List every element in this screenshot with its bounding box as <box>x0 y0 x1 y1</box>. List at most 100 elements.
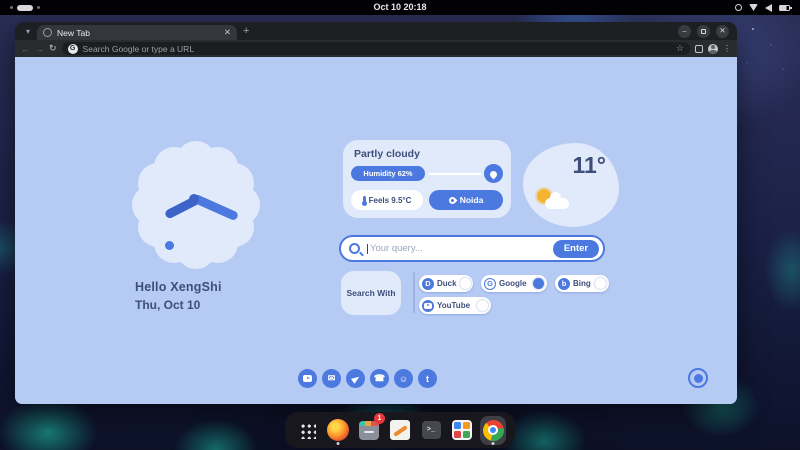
browser-menu-icon[interactable]: ⋮ <box>723 44 731 53</box>
engine-radio-duck[interactable] <box>459 278 471 289</box>
privacy-indicator-icon <box>735 4 742 11</box>
feels-like-pill: Feels 9.5°C <box>351 190 423 210</box>
terminal-icon: >_ <box>421 421 441 439</box>
wallpaper-stars <box>752 28 754 30</box>
engine-label: Bing <box>573 279 591 288</box>
dock-terminal-button[interactable]: >_ <box>418 415 444 445</box>
engine-option-youtube[interactable]: YouTube <box>419 297 491 314</box>
page-settings-button[interactable] <box>688 368 708 388</box>
reddit-icon[interactable]: ☺ <box>394 369 413 388</box>
omnibox[interactable]: G Search Google or type a URL ☆ <box>61 42 690 55</box>
text-editor-icon <box>390 420 410 440</box>
new-tab-page: Hello XengShi Thu, Oct 10 Partly cloudy … <box>15 57 737 404</box>
back-button[interactable]: ← <box>21 44 30 54</box>
search-bar[interactable]: Your query... Enter <box>339 235 605 262</box>
omnibox-placeholder: Search Google or type a URL <box>82 43 195 54</box>
dock-firefox-button[interactable] <box>325 415 351 445</box>
social-shortcuts: ✉ ☎ ☺ t <box>298 369 437 388</box>
bookmark-star-icon[interactable]: ☆ <box>676 43 684 54</box>
temperature-value: 11° <box>572 152 606 178</box>
dock: 1 >_ <box>285 412 515 448</box>
tab-search-chevron-icon[interactable]: ▾ <box>21 25 35 38</box>
dock-software-updates-button[interactable]: 1 <box>356 413 385 445</box>
play-icon <box>303 375 312 382</box>
running-indicator <box>491 442 495 445</box>
search-with-label: Search With <box>341 271 401 315</box>
app-store-icon <box>452 420 472 440</box>
greeting-text: Hello XengShi <box>135 280 222 294</box>
duckduckgo-icon: D <box>422 277 434 290</box>
search-input[interactable]: Your query... <box>370 243 553 254</box>
feels-like-text: Feels 9.5°C <box>368 195 412 205</box>
twitter-icon[interactable]: t <box>418 369 437 388</box>
text-caret <box>367 243 368 254</box>
firefox-icon <box>327 419 349 441</box>
volume-icon <box>765 3 772 12</box>
tab-strip: ▾ New Tab ✕ + – ✕ <box>15 22 737 40</box>
system-tray[interactable] <box>735 3 792 12</box>
humidity-track <box>429 172 481 175</box>
dock-text-editor-button[interactable] <box>387 415 413 445</box>
running-indicator <box>336 442 340 445</box>
telegram-icon[interactable] <box>346 369 365 388</box>
settings-dot-icon <box>693 373 703 383</box>
location-pill[interactable]: Noida <box>429 190 503 210</box>
chrome-icon <box>482 419 504 441</box>
mail-icon[interactable]: ✉ <box>322 369 341 388</box>
engine-option-google[interactable]: G Google <box>481 275 547 292</box>
wifi-icon <box>749 4 758 11</box>
engine-radio-youtube[interactable] <box>477 300 488 311</box>
whatsapp-icon[interactable]: ☎ <box>370 369 389 388</box>
weather-condition: Partly cloudy <box>354 148 420 160</box>
chrome-active-highlight <box>480 415 506 445</box>
dock-chrome-button[interactable] <box>480 415 506 445</box>
reload-button[interactable]: ↻ <box>49 43 57 54</box>
window-controls: – ✕ <box>678 24 729 38</box>
engine-option-bing[interactable]: b Bing <box>555 275 609 292</box>
topbar-clock[interactable]: Oct 10 20:18 <box>0 0 800 15</box>
maximize-icon <box>701 28 706 34</box>
gnome-top-bar: Oct 10 20:18 <box>0 0 800 15</box>
profile-avatar[interactable] <box>708 43 718 54</box>
date-text: Thu, Oct 10 <box>135 298 201 312</box>
tab-close-icon[interactable]: ✕ <box>224 25 231 40</box>
app-grid-icon <box>298 421 316 439</box>
play-icon <box>424 302 432 309</box>
clock-blob-petal <box>214 163 255 203</box>
tab-favicon-icon <box>43 28 52 37</box>
engine-label: YouTube <box>437 301 471 310</box>
google-engine-icon: G <box>484 277 496 290</box>
temperature-widget: 11° <box>523 143 619 227</box>
engine-label: Google <box>499 279 527 288</box>
droplet-glyph <box>488 169 499 179</box>
paper-plane-icon <box>351 373 361 384</box>
close-button[interactable]: ✕ <box>716 24 729 38</box>
engine-radio-google[interactable] <box>533 278 544 289</box>
bing-icon: b <box>558 277 570 290</box>
humidity-droplet-icon <box>484 164 503 183</box>
browser-window: ▾ New Tab ✕ + – ✕ ← → ↻ G Search Google … <box>15 22 737 404</box>
youtube-icon[interactable] <box>298 369 317 388</box>
forward-button[interactable]: → <box>35 44 44 54</box>
dock-app-store-button[interactable] <box>449 415 475 445</box>
extensions-icon[interactable] <box>695 44 703 53</box>
dock-app-grid-button[interactable] <box>294 415 320 445</box>
new-tab-button[interactable]: + <box>243 24 249 39</box>
minimize-button[interactable]: – <box>678 24 691 38</box>
engine-radio-bing[interactable] <box>595 278 606 289</box>
engine-label: Duck <box>437 279 457 288</box>
browser-toolbar: ← → ↻ G Search Google or type a URL ☆ ⋮ <box>15 40 737 57</box>
update-badge: 1 <box>374 413 385 424</box>
youtube-engine-icon <box>422 299 434 312</box>
enter-button[interactable]: Enter <box>553 239 599 258</box>
thermometer-icon <box>361 196 367 206</box>
engine-option-duck[interactable]: D Duck <box>419 275 473 292</box>
battery-icon <box>779 4 792 11</box>
cloud-icon <box>545 192 569 209</box>
maximize-button[interactable] <box>697 24 710 38</box>
google-logo-icon: G <box>67 43 78 54</box>
humidity-pill: Humidity 62% <box>351 166 425 181</box>
tab-title: New Tab <box>57 27 90 38</box>
tab-new-tab[interactable]: New Tab ✕ <box>37 25 237 40</box>
search-icon <box>349 243 360 254</box>
